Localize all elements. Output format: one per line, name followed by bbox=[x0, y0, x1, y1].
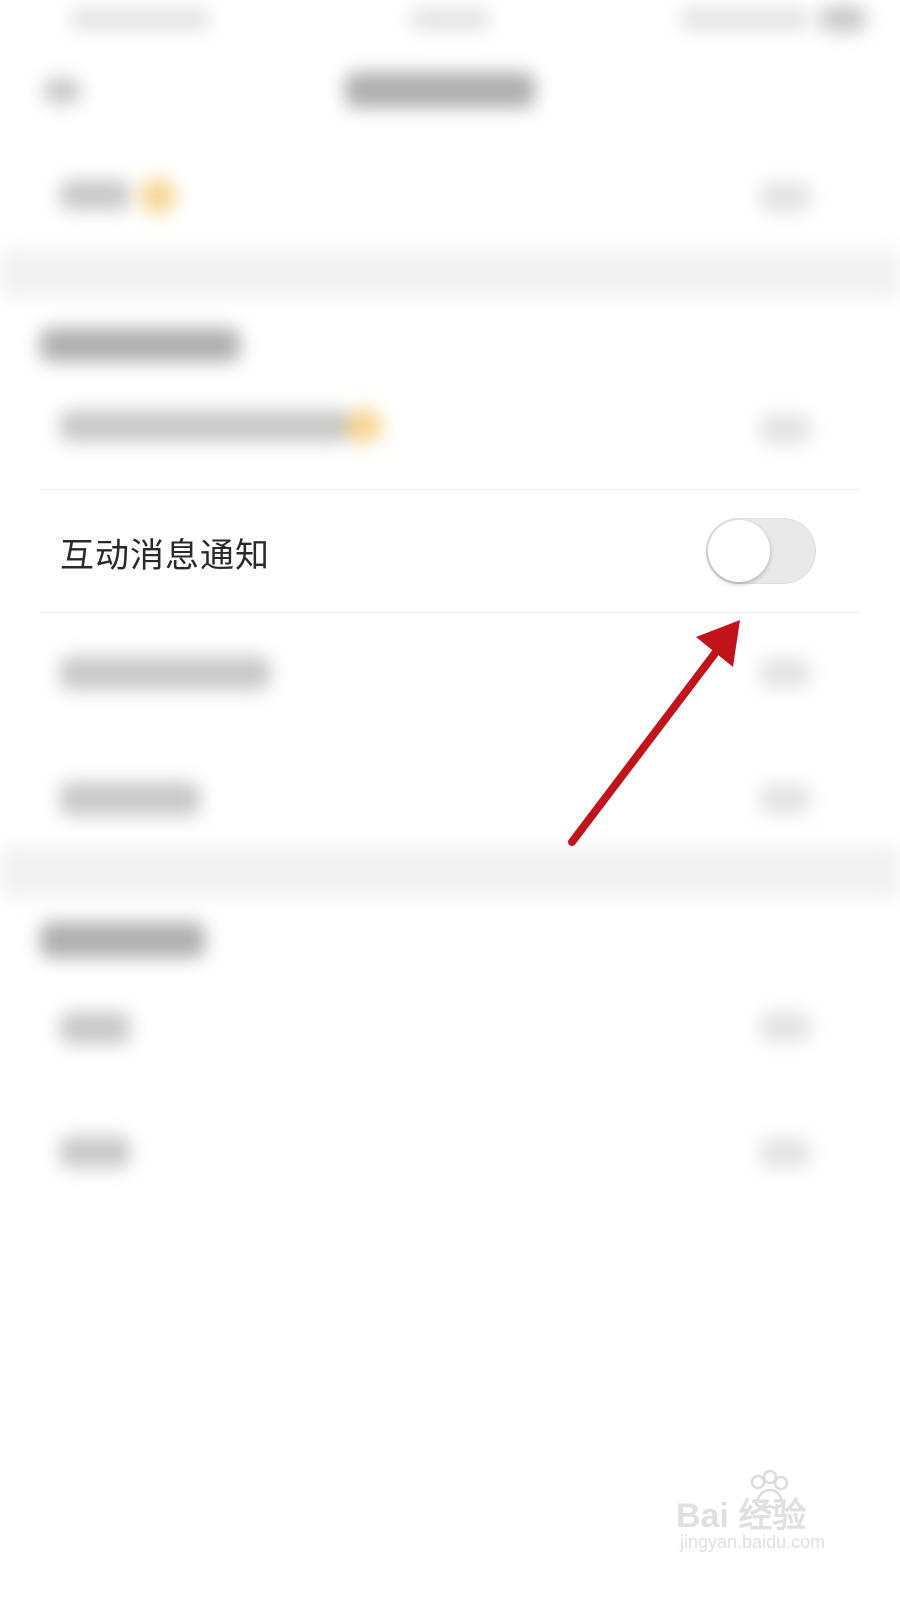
interaction-notification-label: 互动消息通知 bbox=[60, 536, 270, 576]
interaction-notification-toggle[interactable] bbox=[706, 518, 816, 584]
toggle-knob bbox=[708, 520, 770, 582]
watermark-url: jingyan.baidu.com bbox=[680, 1532, 826, 1552]
watermark-brand: Bai 经验 bbox=[676, 1497, 807, 1535]
baidu-jingyan-watermark: Bai 经验 jingyan.baidu.com bbox=[676, 1470, 876, 1560]
row-divider bbox=[40, 489, 860, 490]
settings-screen: 互动消息通知 Bai 经验 jingyan.baidu.com bbox=[0, 0, 900, 1600]
blurred-background bbox=[0, 0, 900, 1600]
row-divider bbox=[40, 612, 860, 613]
